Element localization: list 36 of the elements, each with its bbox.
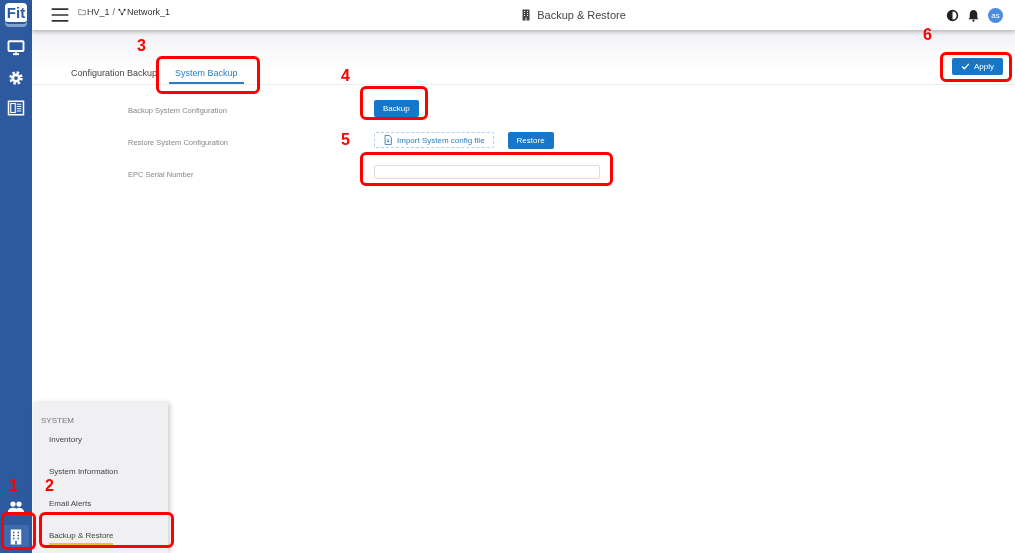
check-icon — [961, 62, 970, 71]
page-title: Backup & Restore — [537, 9, 626, 21]
breadcrumb-separator: / — [112, 7, 116, 17]
highlight-box — [360, 86, 428, 120]
app-logo: Fit — [4, 3, 28, 24]
breadcrumb-link[interactable]: HV_1 — [78, 7, 110, 17]
tab[interactable]: System Backup — [169, 62, 244, 84]
menu-icon[interactable] — [50, 5, 70, 25]
backup-button[interactable]: Backup — [374, 99, 419, 117]
apply-button[interactable]: Apply — [952, 58, 1003, 75]
step-number: 2 — [45, 477, 54, 495]
step-number: 3 — [137, 37, 146, 55]
step-number: 5 — [341, 131, 350, 149]
tab[interactable]: Configuration Backup — [65, 62, 164, 84]
panel-icon — [7, 99, 25, 117]
menu-item[interactable]: Inventory — [49, 435, 82, 449]
contrast-icon[interactable] — [946, 8, 959, 22]
step-number: 4 — [341, 67, 350, 85]
serial-number-field[interactable] — [374, 165, 600, 179]
bell-icon[interactable] — [967, 8, 980, 22]
step-number: 1 — [9, 477, 18, 495]
highlight-box — [1, 512, 36, 550]
network-icon — [118, 8, 127, 16]
highlight-box — [940, 52, 1012, 82]
menu-item[interactable]: Backup & Restore — [49, 531, 114, 545]
step-number: 6 — [923, 26, 932, 44]
monitor-icon — [7, 39, 25, 57]
building-icon — [520, 9, 533, 21]
settings-icon — [7, 69, 25, 87]
breadcrumb-link[interactable]: Network_1 — [118, 7, 171, 17]
file-icon — [383, 135, 393, 145]
menu-heading: SYSTEM — [41, 416, 74, 425]
backup-button[interactable]: Restore — [507, 131, 554, 149]
import-file-button[interactable]: Import System config file — [374, 132, 494, 148]
menu-item[interactable]: Email Alerts — [49, 499, 92, 513]
folder-icon — [78, 8, 86, 16]
